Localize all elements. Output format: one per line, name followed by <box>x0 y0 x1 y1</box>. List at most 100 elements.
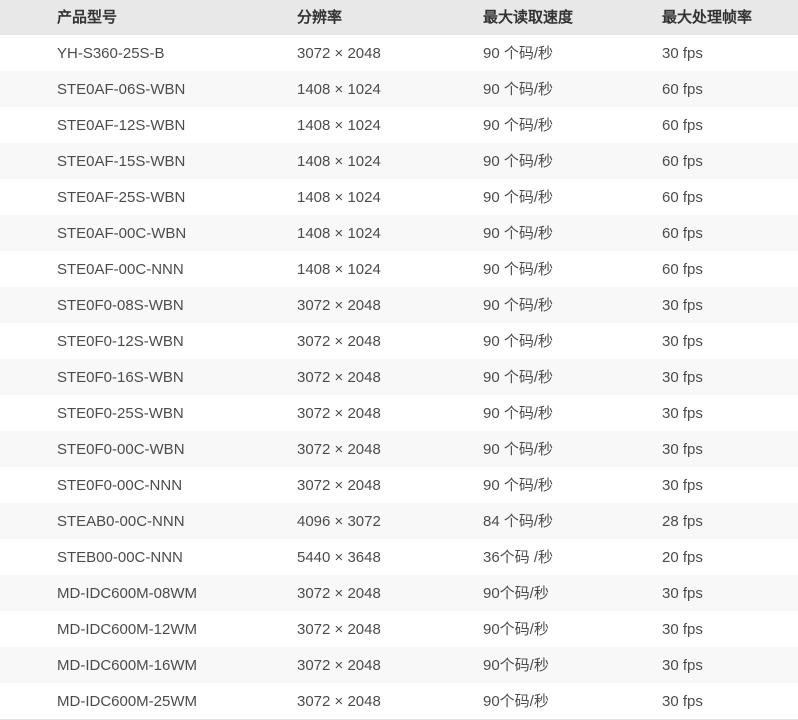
cell-read-speed: 90个码/秒 <box>426 575 605 611</box>
cell-frame-rate: 30 fps <box>605 431 798 467</box>
cell-resolution: 3072 × 2048 <box>240 647 426 683</box>
cell-model: STE0F0-08S-WBN <box>0 287 240 323</box>
cell-model: STE0AF-00C-WBN <box>0 215 240 251</box>
cell-model: MD-IDC600M-16WM <box>0 647 240 683</box>
table-header-row: 产品型号分辨率最大读取速度最大处理帧率 <box>0 0 798 35</box>
cell-model: STE0AF-12S-WBN <box>0 107 240 143</box>
table-row: STE0F0-00C-NNN3072 × 204890 个码/秒30 fps <box>0 467 798 503</box>
cell-model: STE0AF-25S-WBN <box>0 179 240 215</box>
column-header-read-speed: 最大读取速度 <box>426 0 605 35</box>
cell-resolution: 3072 × 2048 <box>240 287 426 323</box>
cell-frame-rate: 30 fps <box>605 35 798 71</box>
cell-frame-rate: 30 fps <box>605 323 798 359</box>
cell-frame-rate: 30 fps <box>605 683 798 719</box>
cell-read-speed: 90 个码/秒 <box>426 467 605 503</box>
cell-frame-rate: 30 fps <box>605 287 798 323</box>
cell-read-speed: 90 个码/秒 <box>426 251 605 287</box>
cell-model: STE0F0-12S-WBN <box>0 323 240 359</box>
cell-frame-rate: 30 fps <box>605 575 798 611</box>
table-row: STE0AF-25S-WBN1408 × 102490 个码/秒60 fps <box>0 179 798 215</box>
cell-resolution: 1408 × 1024 <box>240 179 426 215</box>
table-row: MD-IDC600M-12WM3072 × 204890个码/秒30 fps <box>0 611 798 647</box>
cell-frame-rate: 30 fps <box>605 647 798 683</box>
cell-read-speed: 90 个码/秒 <box>426 71 605 107</box>
cell-model: YH-S360-25S-B <box>0 35 240 71</box>
cell-model: STE0AF-00C-NNN <box>0 251 240 287</box>
cell-resolution: 3072 × 2048 <box>240 359 426 395</box>
cell-frame-rate: 30 fps <box>605 395 798 431</box>
cell-read-speed: 36个码 /秒 <box>426 539 605 575</box>
cell-frame-rate: 30 fps <box>605 611 798 647</box>
cell-read-speed: 90 个码/秒 <box>426 323 605 359</box>
cell-model: MD-IDC600M-25WM <box>0 683 240 719</box>
cell-resolution: 3072 × 2048 <box>240 611 426 647</box>
cell-read-speed: 90 个码/秒 <box>426 179 605 215</box>
product-spec-table: 产品型号分辨率最大读取速度最大处理帧率 YH-S360-25S-B3072 × … <box>0 0 798 719</box>
table-row: YH-S360-25S-B3072 × 204890 个码/秒30 fps <box>0 35 798 71</box>
cell-model: STEAB0-00C-NNN <box>0 503 240 539</box>
table-body: YH-S360-25S-B3072 × 204890 个码/秒30 fpsSTE… <box>0 35 798 719</box>
cell-model: STE0AF-06S-WBN <box>0 71 240 107</box>
cell-resolution: 3072 × 2048 <box>240 431 426 467</box>
column-header-resolution: 分辨率 <box>240 0 426 35</box>
cell-resolution: 1408 × 1024 <box>240 71 426 107</box>
column-header-model: 产品型号 <box>0 0 240 35</box>
cell-read-speed: 90 个码/秒 <box>426 107 605 143</box>
cell-resolution: 5440 × 3648 <box>240 539 426 575</box>
table-row: MD-IDC600M-16WM3072 × 204890个码/秒30 fps <box>0 647 798 683</box>
table-row: STE0F0-25S-WBN3072 × 204890 个码/秒30 fps <box>0 395 798 431</box>
table-row: STE0AF-00C-NNN1408 × 102490 个码/秒60 fps <box>0 251 798 287</box>
cell-model: STE0F0-16S-WBN <box>0 359 240 395</box>
cell-read-speed: 90 个码/秒 <box>426 431 605 467</box>
table-row: STE0AF-15S-WBN1408 × 102490 个码/秒60 fps <box>0 143 798 179</box>
cell-read-speed: 90 个码/秒 <box>426 143 605 179</box>
cell-frame-rate: 60 fps <box>605 251 798 287</box>
product-spec-page: 产品型号分辨率最大读取速度最大处理帧率 YH-S360-25S-B3072 × … <box>0 0 798 720</box>
column-header-frame-rate: 最大处理帧率 <box>605 0 798 35</box>
table-row: STE0F0-08S-WBN3072 × 204890 个码/秒30 fps <box>0 287 798 323</box>
cell-read-speed: 90个码/秒 <box>426 611 605 647</box>
cell-resolution: 1408 × 1024 <box>240 107 426 143</box>
table-header: 产品型号分辨率最大读取速度最大处理帧率 <box>0 0 798 35</box>
cell-frame-rate: 60 fps <box>605 143 798 179</box>
cell-frame-rate: 20 fps <box>605 539 798 575</box>
cell-frame-rate: 30 fps <box>605 359 798 395</box>
cell-frame-rate: 60 fps <box>605 215 798 251</box>
cell-model: STE0AF-15S-WBN <box>0 143 240 179</box>
table-row: MD-IDC600M-08WM3072 × 204890个码/秒30 fps <box>0 575 798 611</box>
cell-resolution: 3072 × 2048 <box>240 575 426 611</box>
cell-resolution: 4096 × 3072 <box>240 503 426 539</box>
cell-frame-rate: 28 fps <box>605 503 798 539</box>
cell-model: STE0F0-00C-NNN <box>0 467 240 503</box>
table-row: STE0F0-00C-WBN3072 × 204890 个码/秒30 fps <box>0 431 798 467</box>
cell-resolution: 3072 × 2048 <box>240 395 426 431</box>
cell-read-speed: 90 个码/秒 <box>426 359 605 395</box>
cell-model: STE0F0-00C-WBN <box>0 431 240 467</box>
cell-model: MD-IDC600M-12WM <box>0 611 240 647</box>
table-row: STE0F0-16S-WBN3072 × 204890 个码/秒30 fps <box>0 359 798 395</box>
cell-frame-rate: 60 fps <box>605 179 798 215</box>
cell-resolution: 3072 × 2048 <box>240 323 426 359</box>
cell-resolution: 1408 × 1024 <box>240 143 426 179</box>
cell-resolution: 3072 × 2048 <box>240 467 426 503</box>
table-row: STE0AF-00C-WBN1408 × 102490 个码/秒60 fps <box>0 215 798 251</box>
table-row: STE0AF-12S-WBN1408 × 102490 个码/秒60 fps <box>0 107 798 143</box>
table-row: STEAB0-00C-NNN4096 × 307284 个码/秒28 fps <box>0 503 798 539</box>
cell-read-speed: 90 个码/秒 <box>426 35 605 71</box>
table-row: STE0AF-06S-WBN1408 × 102490 个码/秒60 fps <box>0 71 798 107</box>
cell-resolution: 1408 × 1024 <box>240 215 426 251</box>
table-row: STE0F0-12S-WBN3072 × 204890 个码/秒30 fps <box>0 323 798 359</box>
cell-resolution: 1408 × 1024 <box>240 251 426 287</box>
cell-model: STEB00-00C-NNN <box>0 539 240 575</box>
cell-resolution: 3072 × 2048 <box>240 35 426 71</box>
cell-read-speed: 90 个码/秒 <box>426 215 605 251</box>
cell-frame-rate: 60 fps <box>605 71 798 107</box>
cell-read-speed: 90个码/秒 <box>426 683 605 719</box>
cell-frame-rate: 60 fps <box>605 107 798 143</box>
cell-read-speed: 90个码/秒 <box>426 647 605 683</box>
cell-frame-rate: 30 fps <box>605 467 798 503</box>
cell-model: MD-IDC600M-08WM <box>0 575 240 611</box>
cell-model: STE0F0-25S-WBN <box>0 395 240 431</box>
cell-read-speed: 84 个码/秒 <box>426 503 605 539</box>
cell-resolution: 3072 × 2048 <box>240 683 426 719</box>
